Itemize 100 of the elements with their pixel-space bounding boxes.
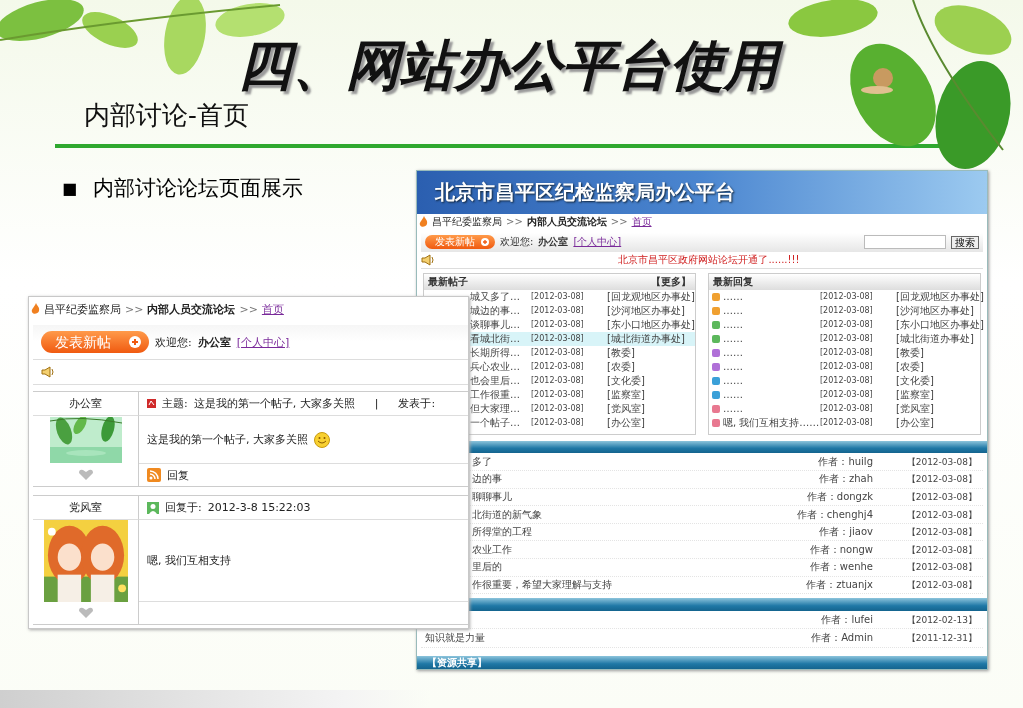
more-link[interactable]: 【更多】 [651,274,691,289]
date-text: 【2012-03-08】 [906,561,978,575]
breadcrumb-link[interactable]: 首页 [261,301,284,317]
department-text: [教委] [896,345,924,360]
reply-title[interactable]: 嗯, 我们互相支持…… [723,415,820,430]
slide-subtitle: 内部讨论-首页 [84,99,249,132]
department-text: [回龙观地区办事处] [896,289,984,304]
search-field[interactable] [864,235,946,250]
reply-title[interactable]: …… [723,387,743,402]
topic-title[interactable]: 里后的 [472,560,502,575]
slide-title: 四、网站办公平台使用 [229,30,794,102]
topic-title[interactable]: 知识就是力量 [425,631,485,646]
date-text: 【2012-03-08】 [906,526,978,540]
author-text: 作者：huilg [818,454,873,469]
notice-text: 北京市昌平区政府网站论坛开通了......!!! [617,252,801,267]
department-text: [城北街道办事处] [896,331,974,346]
bullet-marker: ■ [62,178,78,198]
post-row[interactable]: 也会里后… [2012-03-08] [文化委] [470,373,695,388]
date-text: [2012-03-08] [820,416,873,429]
date-text: [2012-03-08] [820,388,873,401]
author-text: 作者：jiaov [819,525,873,540]
reply-title[interactable]: …… [723,401,743,416]
date-text: 【2012-03-08】 [906,473,978,487]
topic-title[interactable]: 边的事 [472,472,502,487]
breadcrumb-link[interactable]: 首页 [631,214,652,229]
flame-icon [31,303,40,315]
reply-title[interactable]: …… [723,345,743,360]
user-name: 办公室 [538,235,569,250]
header-label: 主题: [162,396,188,411]
post-row[interactable]: 但大家理… [2012-03-08] [党风室] [470,401,695,416]
flame-icon [419,215,428,228]
post-row[interactable]: 谈聊事儿… [2012-03-08] [东小口地区办事处] [470,317,695,332]
reply-title[interactable]: …… [723,373,743,388]
heart-icon [77,469,94,481]
author-text: 作者：wenhe [809,560,873,575]
reply-title[interactable]: …… [723,289,743,304]
user-name: 办公室 [197,334,231,350]
reply-title[interactable]: …… [723,331,743,346]
date-text: [2012-03-08] [820,318,873,331]
department-text: [党风室] [896,401,934,416]
section-title: 【资源共享】 [427,655,487,670]
date-text: 【2012-03-08】 [906,578,978,592]
panel-title: 最新帖子 [428,274,468,289]
post-row[interactable]: 城边的事… [2012-03-08] [沙河地区办事处] [470,303,695,318]
topic-title[interactable]: 多了 [472,454,492,469]
speaker-icon [41,366,55,378]
reply-link[interactable]: 回复 [167,467,189,483]
post-row[interactable]: 兵心农业… [2012-03-08] [农委] [470,359,695,374]
profile-link[interactable]: [个人中心] [573,235,622,250]
date-text: 【2012-02-13】 [906,613,978,627]
department-text: [农委] [896,359,924,374]
date-text: [2012-03-08] [820,374,873,387]
bullet-text: 内部讨论论坛页面展示 [93,175,304,202]
breadcrumb-item: 内部人员交流论坛 [526,214,607,229]
divider-text: | [374,397,379,410]
topic-title[interactable]: 北街道的新气象 [472,507,542,522]
date-text: [2012-03-08] [820,290,873,303]
reply-title[interactable]: …… [723,317,743,332]
author-name: 办公室 [69,396,102,411]
date-text: 【2012-03-08】 [906,543,978,557]
reply-title[interactable]: …… [723,359,743,374]
header-label: 回复于: [165,500,202,515]
reply-time: 2012-3-8 15:22:03 [207,501,311,514]
post-row[interactable]: 长期所得… [2012-03-08] [教委] [470,345,695,360]
plus-icon [481,238,489,247]
post-row[interactable]: 看城北街… [2012-03-08] [城北街道办事处] [470,331,695,346]
search-button[interactable]: 搜索 [951,235,979,249]
user-icon [147,501,159,514]
speaker-icon [421,253,435,266]
date-text: 【2012-03-08】 [906,455,978,469]
posted-label: 发表于: [398,396,436,411]
post-body: 这是我的第一个帖子, 大家多关照 [147,432,308,447]
topic-title[interactable]: 农业工作 [472,542,512,557]
post-row[interactable]: 城又多了… [2012-03-08] [回龙观地区办事处] [470,289,695,304]
department-text: [文化委] [896,373,934,388]
profile-link[interactable]: [个人中心] [236,334,290,350]
topic-title[interactable]: 聊聊事儿 [472,489,512,504]
welcome-text: 欢迎您: [500,235,534,250]
breadcrumb-separator: >> [506,214,523,229]
post-body: 嗯, 我们互相支持 [147,553,231,568]
post-row[interactable]: 工作很重… [2012-03-08] [监察室] [470,387,695,402]
welcome-text: 欢迎您: [155,334,192,350]
department-text: [办公室] [896,415,934,430]
date-text: [2012-03-08] [820,360,873,373]
reply-title[interactable]: …… [723,303,743,318]
department-text: [东小口地区办事处] [896,317,984,332]
author-text: 作者：nongw [809,542,873,557]
date-text: [2012-03-08] [820,402,873,415]
rss-icon [147,468,161,482]
breadcrumb-item[interactable]: 昌平纪委监察局 [432,214,502,229]
date-text: 【2011-12-31】 [906,632,978,646]
heart-icon [77,607,94,619]
topic-title[interactable]: 所得堂的工程 [472,525,532,540]
breadcrumb-item[interactable]: 昌平纪委监察局 [44,301,121,317]
post-row[interactable]: 一个帖子… [2012-03-08] [办公室] [470,415,695,430]
date-text: 【2012-03-08】 [906,508,978,522]
author-text: 作者：Admin [811,631,873,646]
date-text: [2012-03-08] [820,304,873,317]
smiley-icon [314,431,330,448]
topic-title[interactable]: 作很重要，希望大家理解与支持 [472,577,612,592]
